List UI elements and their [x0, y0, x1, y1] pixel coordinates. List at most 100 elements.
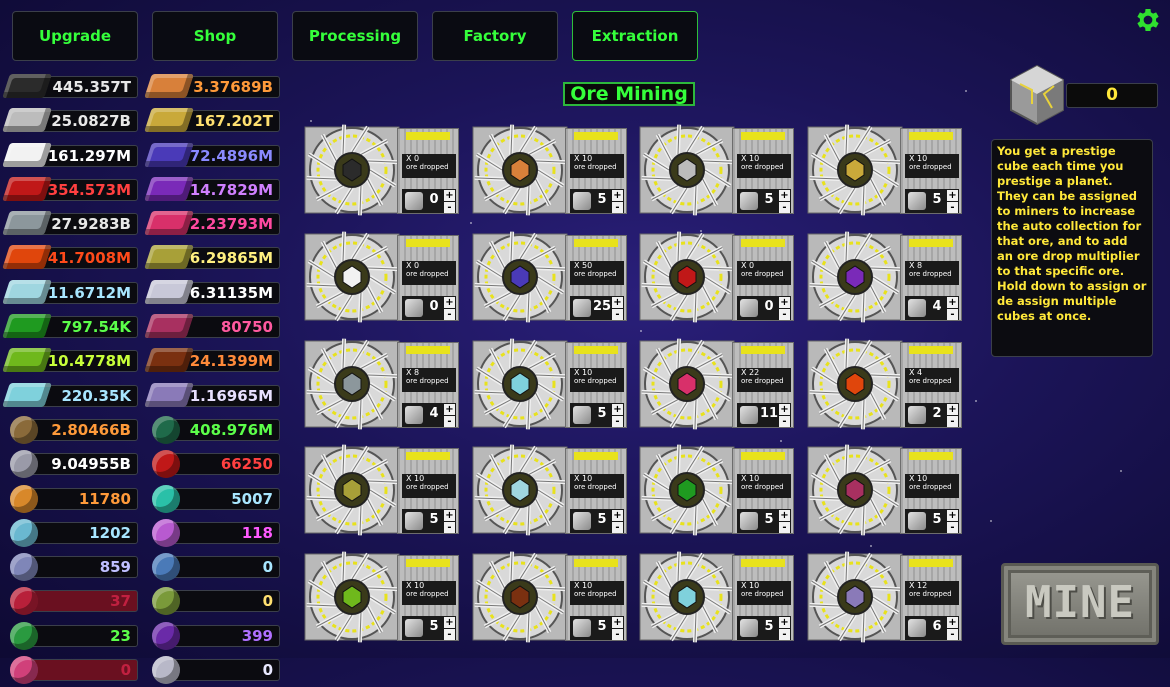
ore-dropped-label: ore dropped	[741, 590, 784, 598]
drill-wheel-icon	[304, 231, 400, 323]
core-sphere-icon	[152, 656, 180, 685]
add-cube-button[interactable]: +	[779, 510, 790, 521]
lilac-bar-icon	[144, 382, 194, 407]
drop-info: X 0 ore dropped	[402, 261, 456, 285]
miner-label-strip	[741, 452, 785, 460]
miner-label-strip	[406, 346, 450, 354]
miner-label-strip	[574, 452, 618, 460]
remove-cube-button[interactable]: -	[779, 522, 790, 533]
drill-wheel-icon	[807, 124, 903, 216]
add-cube-button[interactable]: +	[947, 404, 958, 415]
cube-icon	[573, 512, 591, 530]
add-cube-button[interactable]: +	[947, 190, 958, 201]
resource-row: 0	[148, 653, 284, 687]
steel-bar-icon	[2, 211, 52, 236]
assigned-cube-count: 5	[932, 512, 942, 527]
resource-row: 72.4896M	[144, 139, 284, 173]
resource-amount: 408.976M	[168, 418, 280, 441]
tab-upgrade[interactable]: Upgrade	[12, 11, 138, 61]
remove-cube-button[interactable]: -	[779, 416, 790, 427]
cube-assign-control: 0 + -	[402, 296, 456, 320]
add-cube-button[interactable]: +	[612, 617, 623, 628]
tab-processing[interactable]: Processing	[292, 11, 418, 61]
rose-bar-icon	[144, 314, 194, 339]
drop-info: X 10 ore dropped	[737, 474, 791, 498]
miner-count: X 0	[406, 154, 420, 163]
add-cube-button[interactable]: +	[612, 510, 623, 521]
add-cube-button[interactable]: +	[779, 404, 790, 415]
add-cube-button[interactable]: +	[444, 510, 455, 521]
add-cube-button[interactable]: +	[444, 190, 455, 201]
drill-wheel-icon	[639, 124, 735, 216]
add-cube-button[interactable]: +	[947, 510, 958, 521]
remove-cube-button[interactable]: -	[947, 202, 958, 213]
remove-cube-button[interactable]: -	[947, 522, 958, 533]
silver-bar-icon	[2, 142, 52, 167]
remove-cube-button[interactable]: -	[947, 629, 958, 640]
add-cube-button[interactable]: +	[779, 297, 790, 308]
add-cube-button[interactable]: +	[612, 404, 623, 415]
drill-wheel-icon	[639, 444, 735, 536]
tab-factory[interactable]: Factory	[432, 11, 558, 61]
resource-row: 11.6712M	[2, 276, 142, 310]
magma-bar-icon	[144, 348, 194, 373]
add-cube-button[interactable]: +	[779, 617, 790, 628]
drop-info: X 10 ore dropped	[570, 581, 624, 605]
remove-cube-button[interactable]: -	[612, 416, 623, 427]
remove-cube-button[interactable]: -	[779, 629, 790, 640]
drop-info: X 10 ore dropped	[402, 474, 456, 498]
crystal-bar-icon	[2, 382, 52, 407]
remove-cube-button[interactable]: -	[444, 309, 455, 320]
add-cube-button[interactable]: +	[612, 190, 623, 201]
remove-cube-button[interactable]: -	[444, 629, 455, 640]
miner-panel: X 50 ore dropped 25 + -	[565, 235, 627, 321]
miner-panel: X 4 ore dropped 2 + -	[900, 342, 962, 428]
cube-icon	[908, 512, 926, 530]
ore-miner: X 8 ore dropped 4 + -	[303, 338, 459, 430]
cube-icon	[573, 406, 591, 424]
resource-amount: 118	[168, 521, 280, 544]
ore-dropped-label: ore dropped	[909, 163, 952, 171]
remove-cube-button[interactable]: -	[779, 202, 790, 213]
cube-assign-control: 0 + -	[737, 296, 791, 320]
remove-cube-button[interactable]: -	[444, 522, 455, 533]
remove-cube-button[interactable]: -	[444, 202, 455, 213]
resource-row: 23	[6, 619, 142, 653]
mine-button[interactable]: MINE	[1001, 563, 1159, 645]
orange-capsule-icon	[10, 484, 38, 513]
cube-assign-control: 5 + -	[570, 616, 624, 640]
resource-amount: 0	[26, 659, 138, 682]
cube-icon	[908, 192, 926, 210]
add-cube-button[interactable]: +	[612, 297, 623, 308]
ore-miner: X 10 ore dropped 5 + -	[471, 124, 627, 216]
settings-gear-icon[interactable]	[1133, 5, 1163, 35]
remove-cube-button[interactable]: -	[612, 629, 623, 640]
remove-cube-button[interactable]: -	[779, 309, 790, 320]
remove-cube-button[interactable]: -	[612, 522, 623, 533]
add-cube-button[interactable]: +	[947, 617, 958, 628]
remove-cube-button[interactable]: -	[612, 309, 623, 320]
add-cube-button[interactable]: +	[947, 297, 958, 308]
resource-row: 6.29865M	[144, 241, 284, 275]
remove-cube-button[interactable]: -	[612, 202, 623, 213]
tab-shop[interactable]: Shop	[152, 11, 278, 61]
assigned-cube-count: 5	[597, 192, 607, 207]
assigned-cube-count: 5	[764, 512, 774, 527]
tab-extraction[interactable]: Extraction	[572, 11, 698, 61]
drill-wheel-icon	[807, 551, 903, 643]
resource-amount: 1202	[26, 521, 138, 544]
add-cube-button[interactable]: +	[444, 617, 455, 628]
add-cube-button[interactable]: +	[444, 404, 455, 415]
add-cube-button[interactable]: +	[779, 190, 790, 201]
ore-miner: X 10 ore dropped 5 + -	[471, 444, 627, 536]
cube-icon	[405, 192, 423, 210]
miner-count: X 22	[741, 368, 760, 377]
add-cube-button[interactable]: +	[444, 297, 455, 308]
drill-wheel-icon	[472, 551, 568, 643]
resource-row: 2.23793M	[144, 207, 284, 241]
remove-cube-button[interactable]: -	[444, 416, 455, 427]
drop-info: X 10 ore dropped	[905, 474, 959, 498]
drill-wheel-icon	[639, 551, 735, 643]
remove-cube-button[interactable]: -	[947, 309, 958, 320]
remove-cube-button[interactable]: -	[947, 416, 958, 427]
